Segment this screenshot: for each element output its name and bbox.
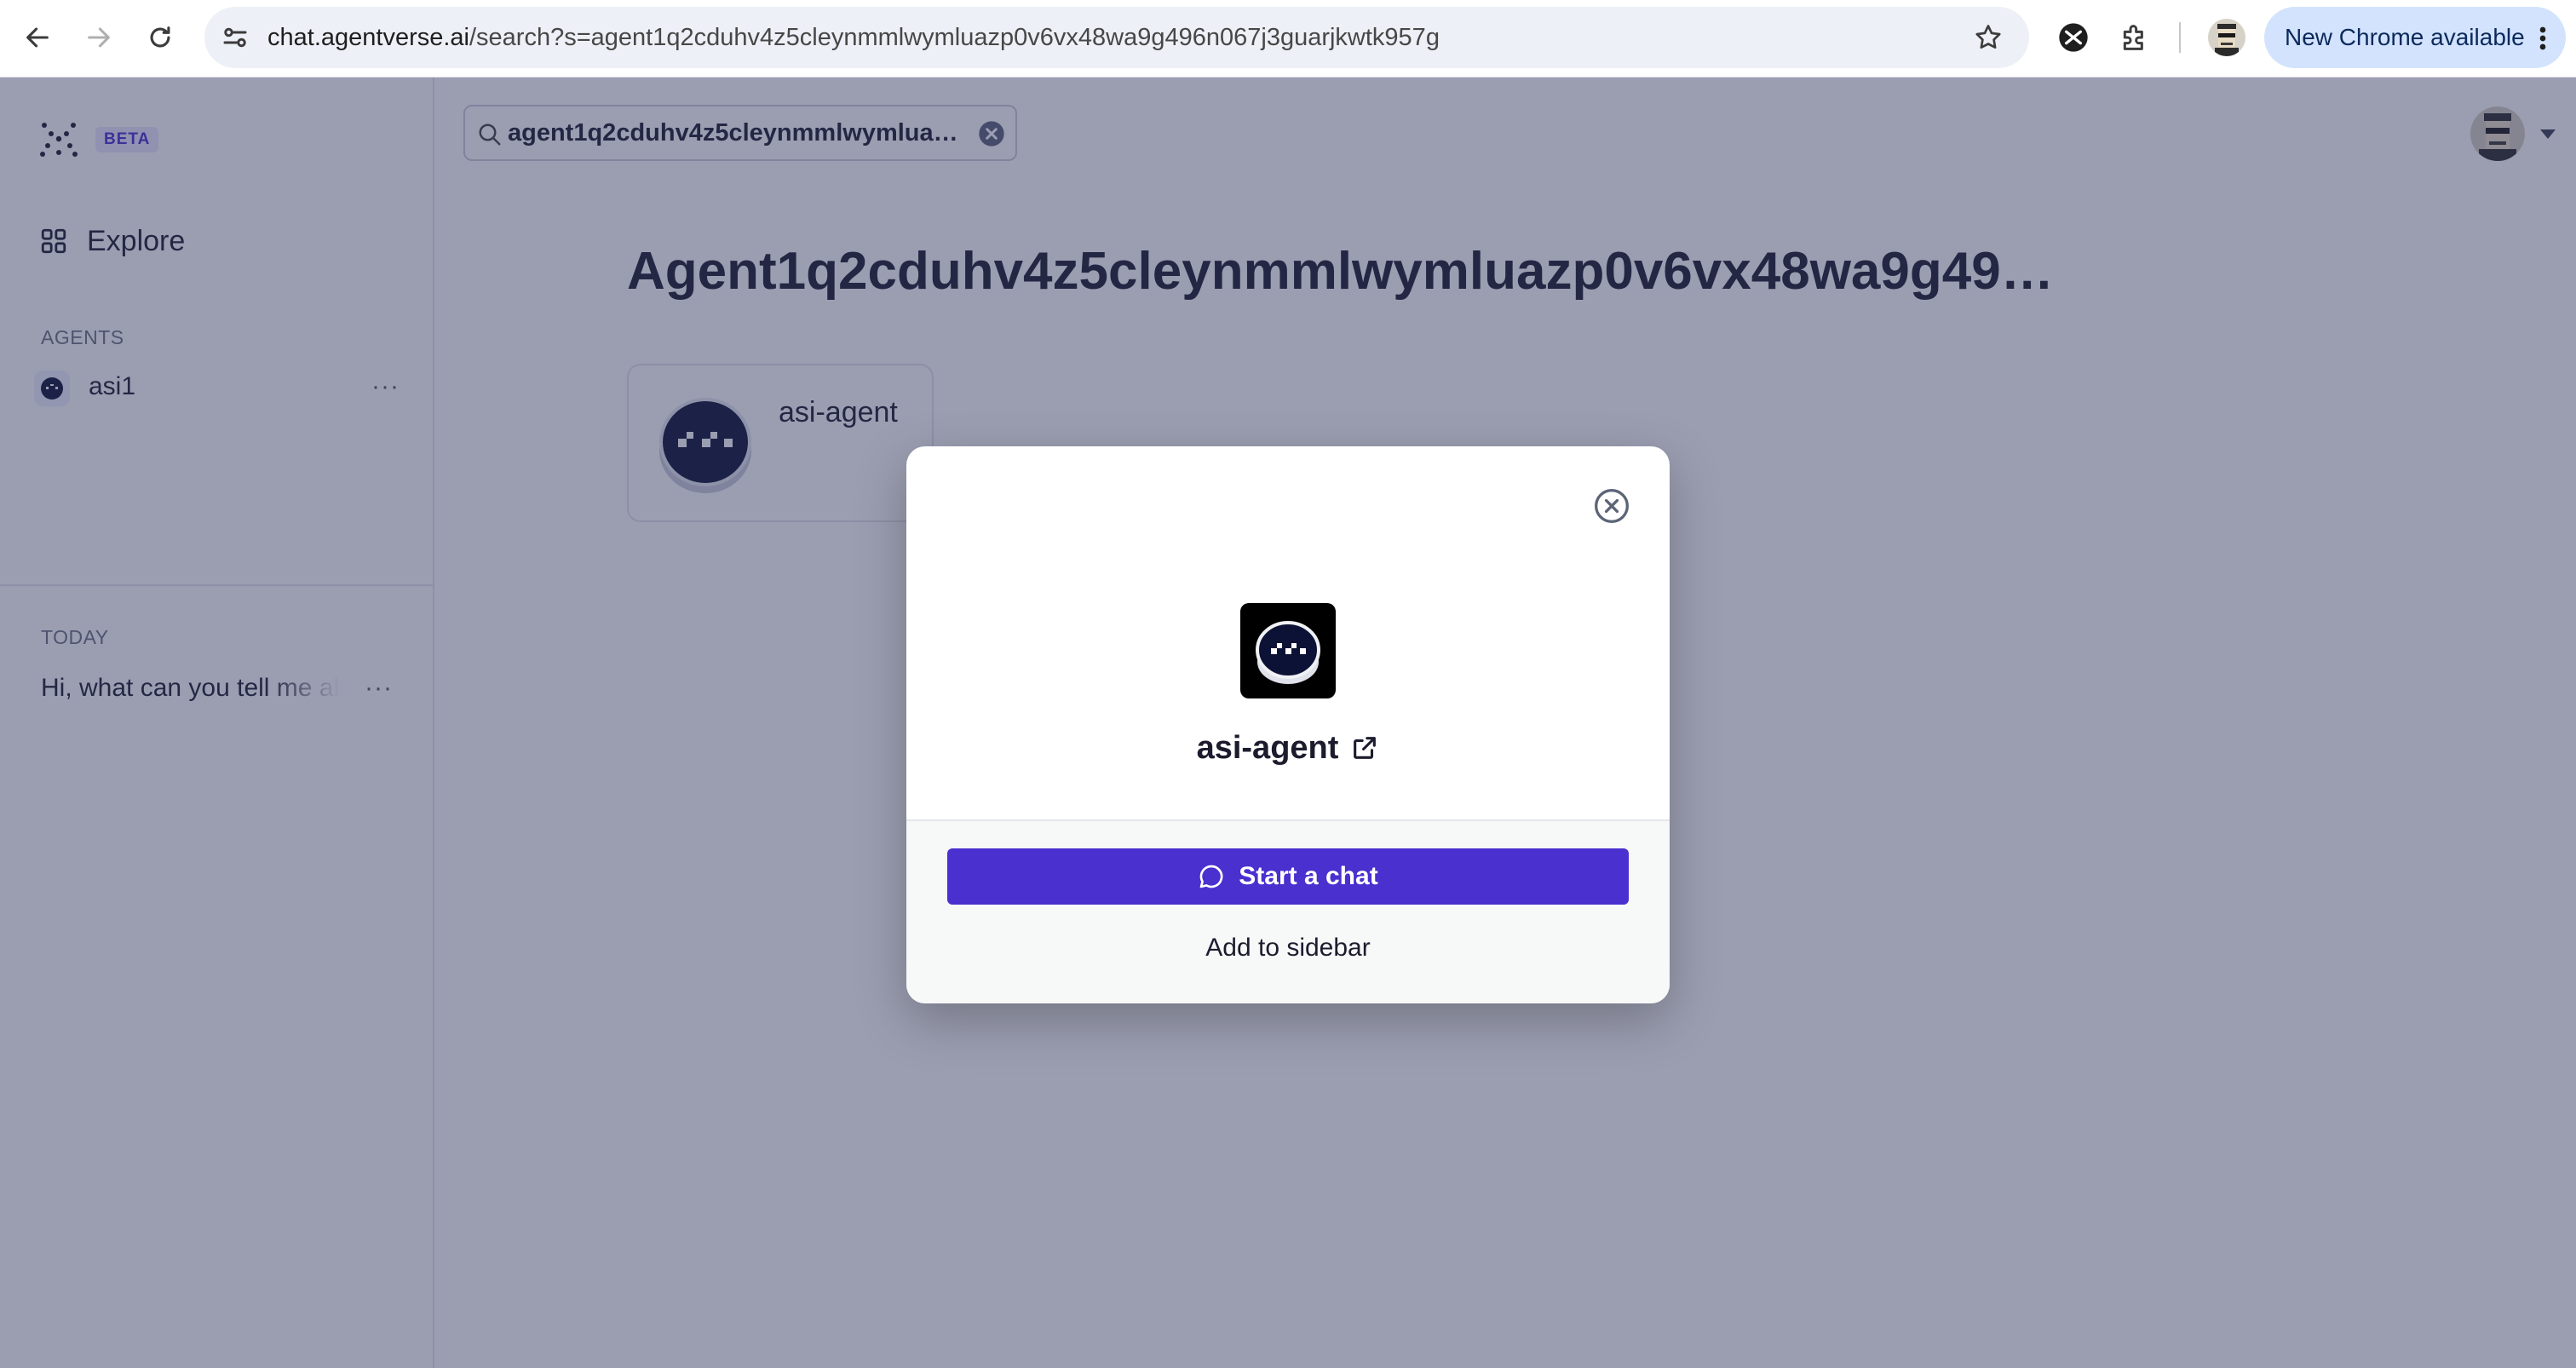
start-chat-button[interactable]: Start a chat: [947, 848, 1629, 905]
extensions-puzzle-icon[interactable]: [2118, 20, 2152, 55]
profile-avatar[interactable]: [2208, 19, 2245, 56]
modal-footer: Start a chat Add to sidebar: [906, 819, 1670, 1003]
forward-button[interactable]: [78, 17, 119, 58]
address-bar[interactable]: chat.agentverse.ai/search?s=agent1q2cduh…: [204, 7, 2029, 68]
arrow-right-icon: [88, 27, 110, 48]
agent-logo: [1240, 603, 1336, 698]
pixel-avatar-icon: [2215, 24, 2239, 56]
reload-icon: [150, 26, 170, 48]
more-vertical-icon: [2539, 26, 2546, 50]
toolbar-divider: [2179, 22, 2181, 53]
modal-agent-name: asi-agent: [1196, 729, 1339, 766]
extension-icon[interactable]: [2056, 20, 2090, 55]
url-text[interactable]: chat.agentverse.ai/search?s=agent1q2cduh…: [267, 7, 1440, 68]
arrow-left-icon: [26, 27, 49, 48]
url-path: /search?s=agent1q2cduhv4z5cleynmmlwymlua…: [469, 24, 1440, 51]
close-icon[interactable]: [1593, 487, 1630, 525]
bookmark-star-icon[interactable]: [1973, 22, 2004, 53]
url-host: chat.agentverse.ai: [267, 24, 469, 51]
chrome-update-button[interactable]: New Chrome available: [2264, 7, 2566, 68]
agent-modal: asi-agent Start a chat Add to sidebar: [906, 446, 1670, 1003]
back-button[interactable]: [17, 17, 58, 58]
browser-toolbar: chat.agentverse.ai/search?s=agent1q2cduh…: [0, 0, 2576, 78]
reload-button[interactable]: [140, 17, 181, 58]
site-settings-icon[interactable]: [220, 22, 250, 53]
update-label: New Chrome available: [2285, 24, 2525, 50]
robot-face-icon: [1256, 621, 1320, 684]
modal-agent-title: asi-agent: [906, 724, 1670, 772]
chat-bubble-icon: [1199, 865, 1223, 888]
external-link-icon[interactable]: [1350, 733, 1379, 762]
start-chat-label: Start a chat: [1239, 862, 1378, 890]
add-to-sidebar-button[interactable]: Add to sidebar: [906, 934, 1670, 963]
